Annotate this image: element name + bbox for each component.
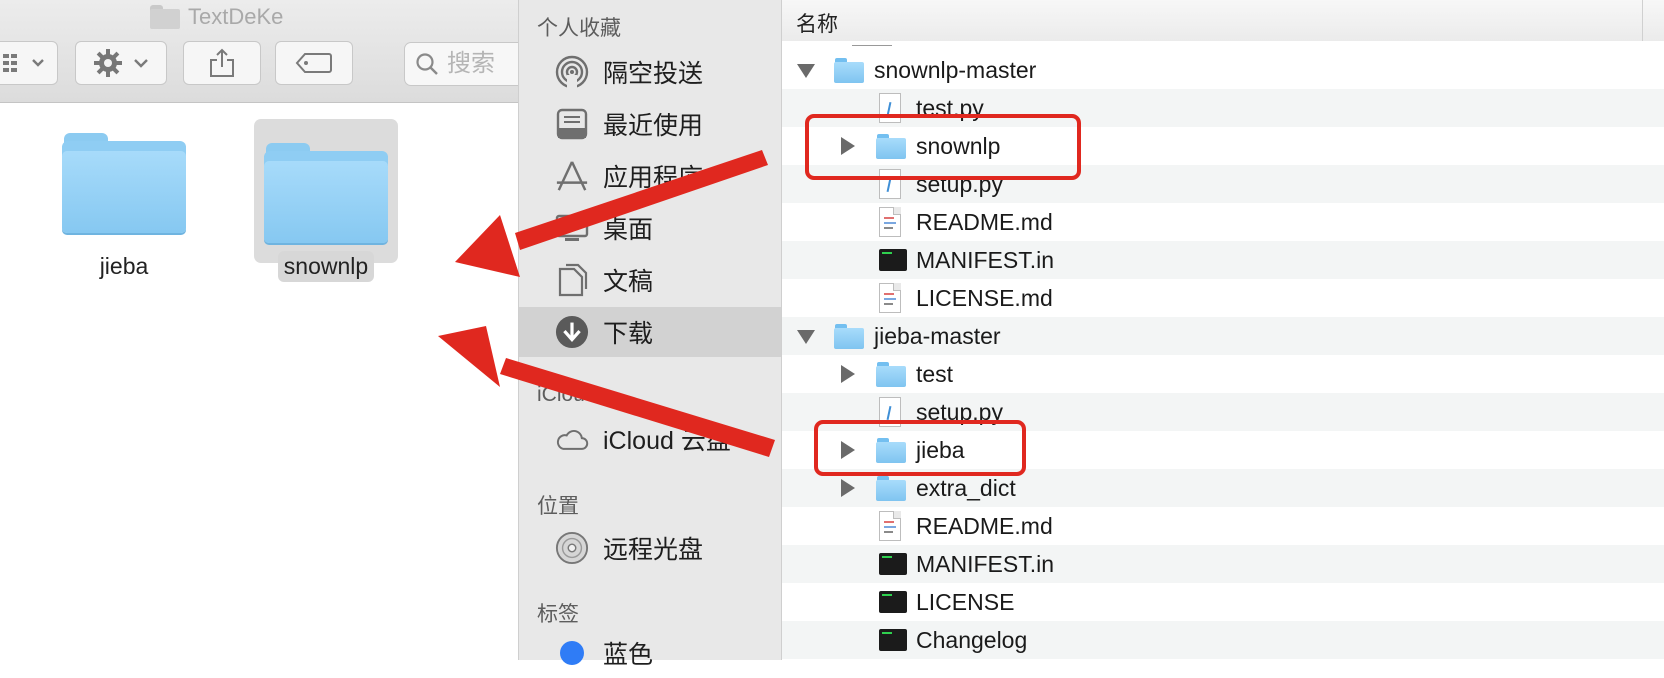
list-row[interactable]: test	[782, 355, 1664, 393]
tag-icon	[295, 53, 332, 73]
icloud-icon	[555, 422, 589, 456]
list-row[interactable]: LICENSE.md	[782, 279, 1664, 317]
applications-icon	[555, 159, 589, 193]
folder-jieba[interactable]: jieba	[62, 131, 186, 282]
sidebar-item-airdrop[interactable]: 隔空投送	[519, 47, 781, 97]
file-name: extra_dict	[916, 474, 1016, 501]
folder-label: snownlp	[277, 251, 375, 282]
partial-row-cut-off	[782, 41, 1664, 49]
finder-window-icon-view: TextDeKe 搜索 jieba snownlp	[0, 0, 544, 660]
annotation-box-jieba	[814, 420, 1026, 476]
sidebar-item-applications[interactable]: 应用程序	[519, 151, 781, 201]
airdrop-icon	[555, 55, 589, 89]
list-row[interactable]: README.md	[782, 507, 1664, 545]
annotation-box-snownlp	[805, 114, 1081, 180]
document-icon	[879, 511, 901, 541]
folder-icon	[834, 57, 864, 83]
remote-disc-icon	[555, 531, 589, 565]
sidebar-item-desktop[interactable]: 桌面	[519, 203, 781, 253]
sidebar-item-label: iCloud 云盘	[603, 427, 731, 455]
view-options-button[interactable]	[0, 41, 58, 85]
terminal-file-icon	[879, 629, 907, 651]
document-icon	[879, 283, 901, 313]
terminal-file-icon	[879, 553, 907, 575]
folder-icon	[264, 141, 388, 243]
share-icon	[210, 48, 234, 77]
sidebar-item-label: 应用程序	[603, 164, 704, 192]
share-button[interactable]	[183, 41, 261, 85]
sidebar-item-label: 文稿	[603, 268, 654, 296]
disclosure-triangle-closed-icon[interactable]	[841, 479, 855, 497]
file-name: MANIFEST.in	[916, 246, 1055, 273]
column-divider	[1642, 0, 1643, 41]
recents-icon	[555, 107, 589, 141]
list-row[interactable]: jieba-master	[782, 317, 1664, 355]
sidebar-item-label: 蓝色	[603, 641, 654, 669]
disclosure-triangle-open-icon[interactable]	[797, 330, 815, 344]
file-name: README.md	[916, 512, 1053, 539]
sidebar-item-label: 桌面	[603, 216, 654, 244]
sidebar-header-icloud: iCloud	[537, 383, 597, 406]
disclosure-triangle-closed-icon[interactable]	[841, 365, 855, 383]
sidebar-header-favorites: 个人收藏	[537, 17, 621, 40]
search-icon	[416, 53, 438, 75]
file-name: jieba-master	[874, 322, 1001, 349]
action-menu-button[interactable]	[75, 41, 167, 85]
blue-tag-dot-icon	[555, 636, 589, 670]
terminal-file-icon	[879, 249, 907, 271]
list-row[interactable]: README.md	[782, 203, 1664, 241]
list-row[interactable]: Changelog	[782, 621, 1664, 659]
sidebar-item-recents[interactable]: 最近使用	[519, 99, 781, 149]
file-name: test	[916, 360, 954, 387]
finder-list-view: 名称 snownlp-master test.py snownlp setup.py R…	[782, 0, 1664, 660]
sidebar-item-icloud-drive[interactable]: iCloud 云盘	[519, 414, 781, 464]
sidebar-item-tag-blue[interactable]: 蓝色	[519, 628, 781, 678]
chevron-down-icon	[134, 59, 148, 68]
list-row[interactable]: MANIFEST.in	[782, 545, 1664, 583]
sidebar-header-locations: 位置	[537, 495, 579, 518]
disclosure-triangle-open-icon[interactable]	[797, 64, 815, 78]
icon-view-area: jieba snownlp	[0, 103, 520, 660]
folder-icon	[876, 475, 906, 501]
folder-snownlp[interactable]: snownlp	[254, 119, 398, 282]
sidebar-item-downloads[interactable]: 下载	[519, 307, 781, 357]
list-row[interactable]: LICENSE	[782, 583, 1664, 621]
toolbar: TextDeKe	[0, 0, 544, 103]
file-name: snownlp-master	[874, 56, 1037, 83]
window-title-text: TextDeKe	[188, 4, 284, 29]
list-row[interactable]: snownlp-master	[782, 51, 1664, 89]
terminal-file-icon	[879, 591, 907, 613]
desktop-icon	[555, 211, 589, 245]
document-icon	[879, 207, 901, 237]
sidebar: 个人收藏 隔空投送 最近使用 应用程序 桌面 文稿 下载 iCloud iClo…	[518, 0, 782, 669]
sidebar-item-remote-disc[interactable]: 远程光盘	[519, 523, 781, 573]
grid-view-icon	[3, 54, 44, 72]
sidebar-item-label: 最近使用	[603, 112, 704, 140]
column-header-name[interactable]: 名称	[796, 8, 838, 38]
sidebar-header-tags: 标签	[537, 603, 579, 626]
list-row[interactable]: MANIFEST.in	[782, 241, 1664, 279]
folder-icon	[834, 323, 864, 349]
window-title: TextDeKe	[150, 2, 283, 32]
file-name: MANIFEST.in	[916, 550, 1055, 577]
documents-icon	[555, 263, 589, 297]
sidebar-item-documents[interactable]: 文稿	[519, 255, 781, 305]
folder-icon	[150, 5, 180, 29]
file-name: README.md	[916, 208, 1053, 235]
sidebar-item-label: 隔空投送	[603, 60, 704, 88]
gear-icon	[94, 49, 122, 77]
tag-button[interactable]	[275, 41, 353, 85]
sidebar-item-label: 远程光盘	[603, 536, 704, 564]
list-header: 名称	[782, 0, 1664, 42]
folder-icon	[62, 131, 186, 233]
downloads-icon	[555, 315, 589, 349]
sidebar-item-label: 下载	[603, 320, 654, 348]
folder-icon	[876, 361, 906, 387]
file-name: LICENSE.md	[916, 284, 1053, 311]
file-name: Changelog	[916, 626, 1028, 653]
file-name: LICENSE	[916, 588, 1015, 615]
folder-label: jieba	[99, 253, 149, 279]
